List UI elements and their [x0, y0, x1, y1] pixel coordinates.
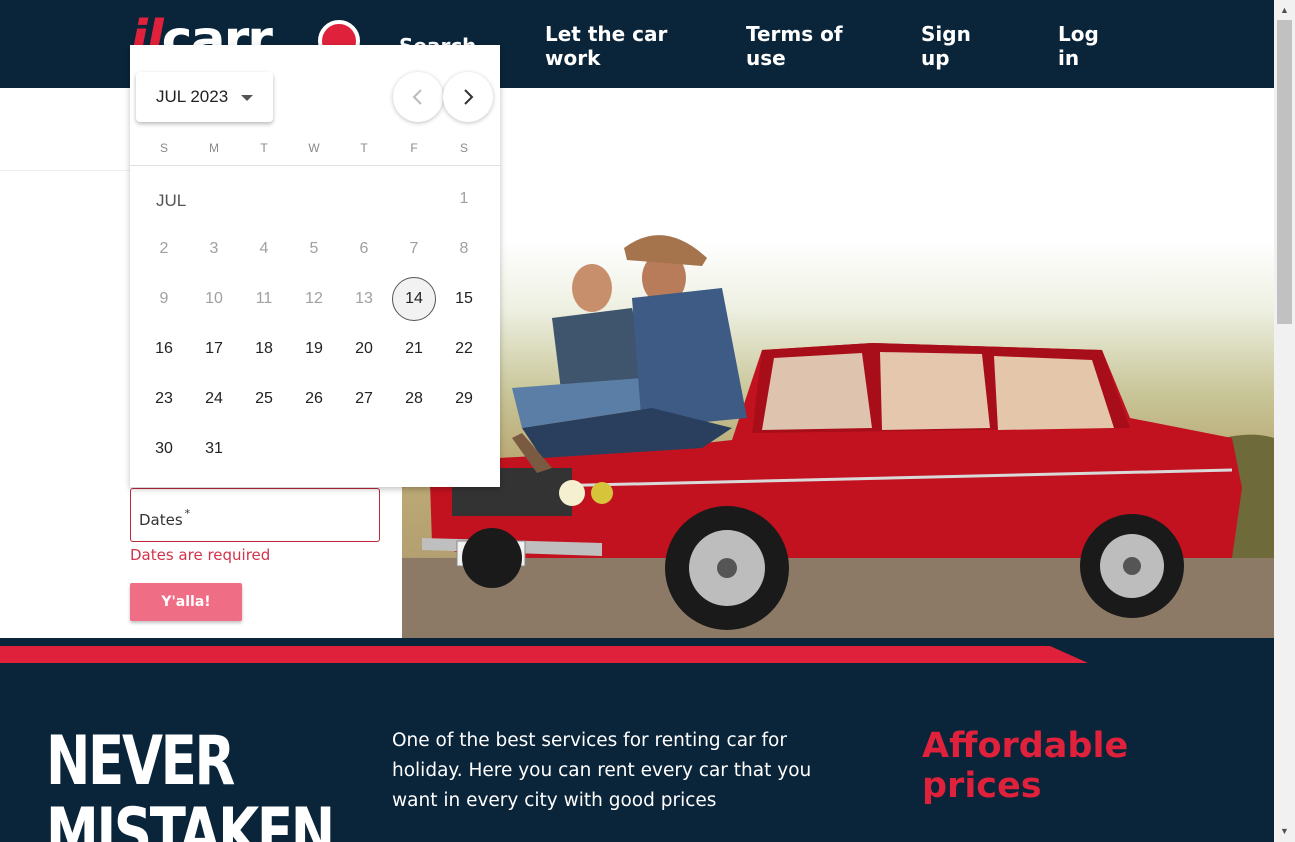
calendar-day[interactable]: 30	[142, 427, 186, 471]
period-label: JUL 2023	[156, 87, 229, 106]
nav-sign-up[interactable]: Sign up	[921, 22, 971, 70]
weekday-label: W	[308, 141, 320, 155]
dates-error-message: Dates are required	[130, 546, 271, 564]
weekday-label: S	[159, 141, 168, 155]
nav-let-the-car-work[interactable]: Let the car work	[545, 22, 667, 70]
calendar-day[interactable]: 16	[142, 327, 186, 371]
calendar-day: 4	[259, 240, 269, 257]
never-mistaken-headline: NEVER MISTAKEN	[46, 722, 335, 842]
features-section: NEVER MISTAKEN One of the best services …	[0, 638, 1274, 842]
calendar-day: 12	[305, 290, 323, 307]
calendar-day[interactable]: 17	[192, 327, 236, 371]
calendar-day: 7	[409, 240, 419, 257]
nav-terms-of-use[interactable]: Terms of use	[746, 22, 843, 70]
weekday-label: M	[209, 141, 219, 155]
calendar-day: 1	[459, 190, 469, 207]
month-label: JUL	[156, 191, 187, 210]
weekday-label: T	[260, 141, 268, 155]
scrollbar-thumb[interactable]	[1277, 20, 1292, 324]
service-description: One of the best services for renting car…	[392, 730, 812, 811]
calendar-day: 2	[159, 240, 169, 257]
page-scrollbar[interactable]: ▲ ▼	[1274, 0, 1295, 842]
calendar-day: 6	[359, 240, 369, 257]
calendar-day-today[interactable]: 14	[392, 277, 436, 321]
chevron-right-icon	[464, 89, 474, 105]
calendar-day[interactable]: 23	[142, 377, 186, 421]
period-select-button[interactable]: JUL 2023	[136, 72, 273, 122]
calendar-day[interactable]: 26	[292, 377, 336, 421]
yalla-submit-button[interactable]: Y'alla!	[130, 583, 242, 621]
calendar-day[interactable]: 18	[242, 327, 286, 371]
weekday-header: SMTWTFS	[130, 138, 500, 166]
dates-label: Dates *	[139, 507, 191, 529]
caret-down-icon	[241, 95, 253, 101]
scroll-down-icon[interactable]: ▼	[1274, 823, 1295, 840]
calendar-day[interactable]: 28	[392, 377, 436, 421]
datepicker-popup: JUL 2023 SMTWTFS JUL 1 2 3 4 5 6 7 8 9 10 11 12 13 14…	[130, 45, 500, 487]
calendar-day[interactable]: 22	[442, 327, 486, 371]
scroll-up-icon[interactable]: ▲	[1274, 2, 1295, 19]
calendar-day[interactable]: 21	[392, 327, 436, 371]
affordable-prices-title: Affordable prices	[922, 726, 1129, 806]
calendar-day: 8	[459, 240, 469, 257]
previous-month-button[interactable]	[393, 72, 443, 122]
calendar-day: 3	[209, 240, 219, 257]
calendar-day[interactable]: 25	[242, 377, 286, 421]
calendar-day[interactable]: 27	[342, 377, 386, 421]
dates-input[interactable]: Dates *	[130, 488, 380, 542]
red-stripe	[0, 646, 1088, 663]
next-month-button[interactable]	[443, 72, 493, 122]
calendar-day[interactable]: 31	[192, 427, 236, 471]
weekday-label: F	[410, 141, 418, 155]
calendar-day[interactable]: 24	[192, 377, 236, 421]
calendar-day[interactable]: 19	[292, 327, 336, 371]
calendar-day: 5	[309, 240, 319, 257]
weekday-label: T	[360, 141, 368, 155]
calendar-day: 11	[255, 290, 273, 307]
chevron-left-icon	[412, 89, 422, 105]
weekday-label: S	[459, 141, 468, 155]
calendar-day[interactable]: 15	[442, 277, 486, 321]
calendar-day: 10	[205, 290, 223, 307]
calendar-day[interactable]: 20	[342, 327, 386, 371]
calendar-day: 9	[159, 290, 169, 307]
calendar-day[interactable]: 29	[442, 377, 486, 421]
nav-log-in[interactable]: Log in	[1058, 22, 1099, 70]
calendar-day: 13	[355, 290, 373, 307]
hero-image	[402, 88, 1274, 638]
